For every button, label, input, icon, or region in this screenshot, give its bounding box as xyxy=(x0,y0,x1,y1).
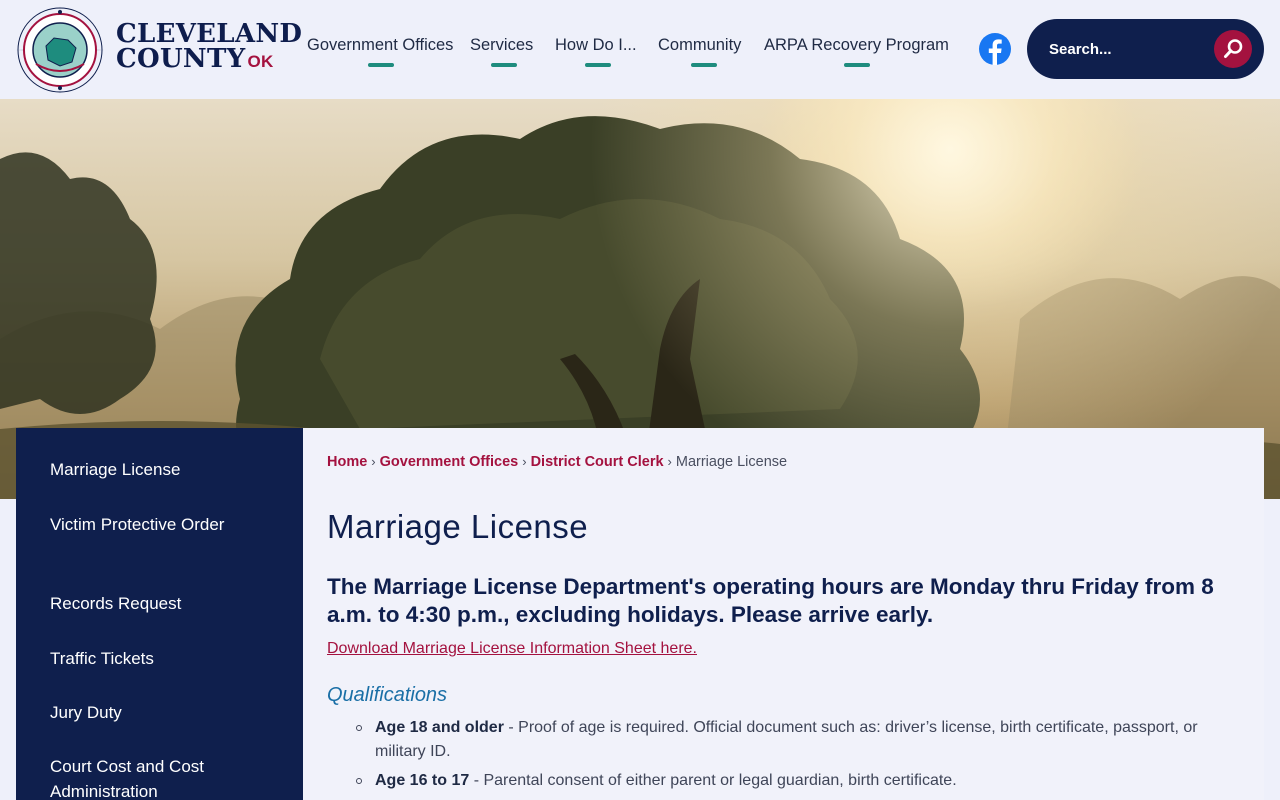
sidebar-item-marriage-license[interactable]: Marriage License xyxy=(50,457,250,482)
wordmark-county: COUNTY xyxy=(116,44,246,74)
qualifications-heading: Qualifications xyxy=(327,684,448,706)
sidebar-nav: Marriage License Victim Protective Order… xyxy=(16,428,303,800)
breadcrumb-government-offices[interactable]: Government Offices xyxy=(380,454,519,470)
nav-community[interactable]: Community xyxy=(658,36,742,67)
nav-how-do-i[interactable]: How Do I... xyxy=(555,36,637,67)
nav-label: Community xyxy=(658,36,742,54)
breadcrumb-separator: › xyxy=(371,454,376,469)
nav-underline xyxy=(368,63,394,67)
page-title: Marriage License xyxy=(327,508,589,545)
list-item: Age 16 to 17 - Parental consent of eithe… xyxy=(356,769,1215,793)
sidebar-item-victim-protective-order[interactable]: Victim Protective Order xyxy=(50,512,250,537)
qualifications-list: Age 18 and older - Proof of age is requi… xyxy=(356,716,1215,798)
nav-label: Services xyxy=(470,36,534,54)
wordmark-state: OK xyxy=(247,52,274,71)
list-item: Age 18 and older - Proof of age is requi… xyxy=(356,716,1215,764)
nav-arpa-recovery-program[interactable]: ARPA Recovery Program xyxy=(764,36,949,67)
nav-government-offices[interactable]: Government Offices xyxy=(307,36,454,67)
sidebar-item-court-cost-administration[interactable]: Court Cost and Cost Administration xyxy=(50,754,250,800)
qualification-term: Age 18 and older xyxy=(375,719,504,736)
search-icon xyxy=(1224,39,1243,58)
nav-label: Government Offices xyxy=(307,36,454,54)
breadcrumb-separator: › xyxy=(667,454,672,469)
operating-hours-notice: The Marriage License Department's operat… xyxy=(327,574,1214,627)
qualification-term: Age 16 to 17 xyxy=(375,772,470,789)
search-button[interactable] xyxy=(1214,30,1252,68)
breadcrumb-current: Marriage License xyxy=(675,454,788,470)
county-seal-logo[interactable] xyxy=(16,6,104,94)
search-input[interactable] xyxy=(1049,37,1209,61)
bullet-icon xyxy=(356,778,362,784)
nav-label: How Do I... xyxy=(555,36,637,54)
site-header: CLEVELAND COUNTY OK Government Offices Se… xyxy=(0,0,1280,99)
nav-underline xyxy=(844,63,870,67)
wordmark-line2: COUNTY OK xyxy=(116,44,302,74)
county-wordmark[interactable]: CLEVELAND COUNTY OK xyxy=(116,21,302,74)
nav-underline xyxy=(691,63,717,67)
nav-services[interactable]: Services xyxy=(470,36,534,67)
sidebar-item-records-request[interactable]: Records Request xyxy=(50,591,250,616)
facebook-icon[interactable] xyxy=(978,32,1012,66)
breadcrumb-home[interactable]: Home xyxy=(327,454,367,470)
sidebar-item-jury-duty[interactable]: Jury Duty xyxy=(50,700,250,725)
breadcrumb: Home › Government Offices › District Court C… xyxy=(327,454,787,470)
main-content: Home › Government Offices › District Court C… xyxy=(303,428,1264,800)
breadcrumb-separator: › xyxy=(522,454,527,469)
qualification-text: - Parental consent of either parent or l… xyxy=(469,772,957,789)
nav-label: ARPA Recovery Program xyxy=(764,36,949,54)
nav-underline xyxy=(585,63,611,67)
bullet-icon xyxy=(356,725,362,731)
breadcrumb-district-court-clerk[interactable]: District Court Clerk xyxy=(531,454,664,470)
sidebar-item-traffic-tickets[interactable]: Traffic Tickets xyxy=(50,646,250,671)
nav-underline xyxy=(491,63,517,67)
download-info-sheet-link[interactable]: Download Marriage License Information Sh… xyxy=(327,640,697,658)
search-bar xyxy=(1027,19,1264,79)
